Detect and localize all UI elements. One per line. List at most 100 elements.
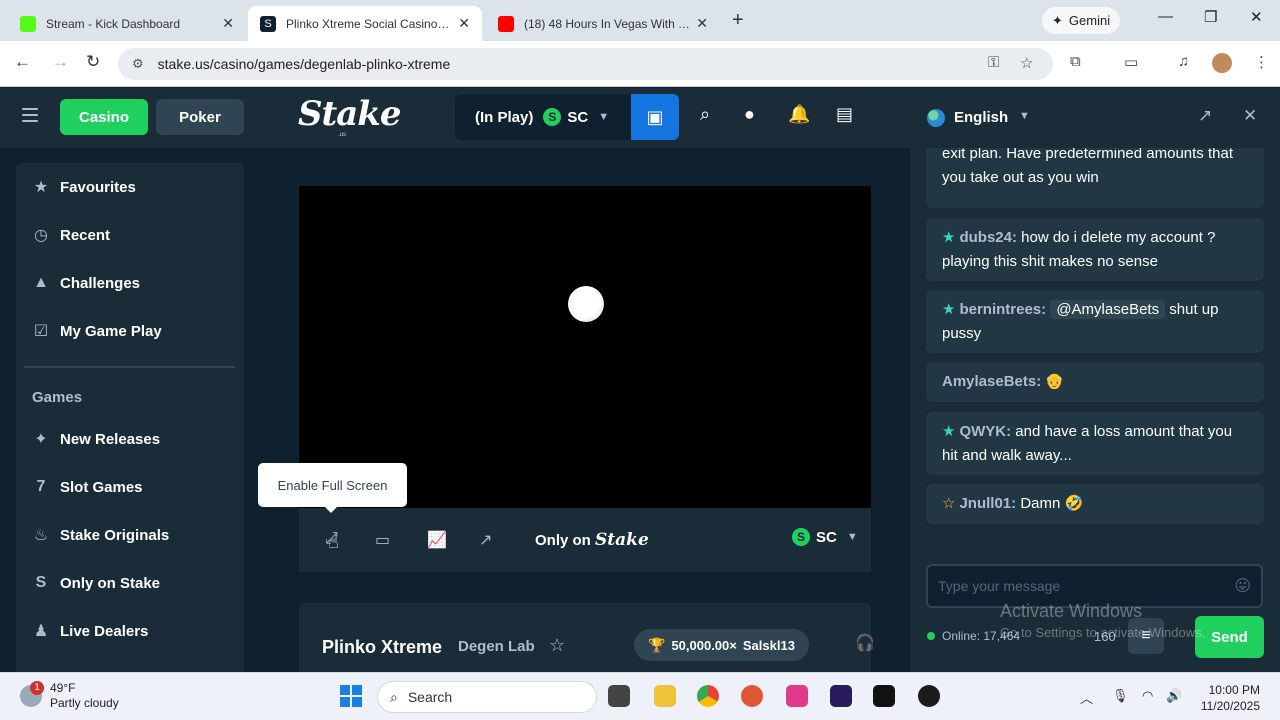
tab-kick-dashboard[interactable]: Stream - Kick Dashboard ✕ <box>8 6 246 41</box>
notification-bell-icon[interactable]: 🔔 <box>788 104 810 125</box>
chat-username[interactable]: bernintrees: <box>959 301 1046 318</box>
sidebar-item-slot-games[interactable]: 7 Slot Games <box>32 467 232 507</box>
back-icon[interactable]: ← <box>14 52 31 72</box>
close-window-icon[interactable]: ✕ <box>1250 8 1263 26</box>
close-tab-icon[interactable]: ✕ <box>222 15 234 32</box>
media-icon[interactable]: ♫ <box>1178 53 1189 70</box>
sidebar-item-label: Only on Stake <box>60 574 161 592</box>
system-clock[interactable]: 10:00 PM 11/20/2025 <box>1196 682 1260 714</box>
task-view-icon[interactable] <box>608 685 630 707</box>
popout-chat-icon[interactable]: ↗ <box>1198 106 1212 126</box>
bookmark-star-icon[interactable]: ☆ <box>1020 54 1033 72</box>
chat-message: ★ QWYK: and have a loss amount that you h… <box>926 412 1264 475</box>
top-win-badge[interactable]: 🏆 50,000.00× Salskl13 <box>634 629 809 661</box>
chevron-down-icon[interactable]: ▼ <box>1019 110 1030 122</box>
chat-icon[interactable]: ▤ <box>836 104 853 125</box>
chat-username[interactable]: QWYK: <box>959 423 1011 440</box>
chat-rules-icon[interactable]: ≡ <box>1128 618 1164 654</box>
sc-coin-icon: S <box>543 108 562 126</box>
search-icon[interactable]: ⌕ <box>700 104 710 125</box>
cast-icon[interactable]: ▭ <box>1124 53 1138 71</box>
game-provider[interactable]: Degen Lab <box>458 638 535 655</box>
gemini-sparkle-icon: ✦ <box>1052 12 1063 28</box>
new-tab-icon[interactable]: + <box>732 9 744 32</box>
volume-icon[interactable]: 🔊 <box>1166 688 1182 704</box>
url-bar[interactable]: ⚙ stake.us/casino/games/degenlab-plinko-… <box>118 48 1053 80</box>
microphone-icon[interactable]: 🎙 <box>1112 688 1129 704</box>
premiere-pro-icon[interactable] <box>830 685 852 707</box>
sidebar-item-stake-originals[interactable]: ♨ Stake Originals <box>32 515 232 555</box>
reload-icon[interactable]: ↻ <box>86 52 100 72</box>
weather-widget[interactable]: 1 49°F Partly cloudy <box>20 681 119 711</box>
favourite-star-icon[interactable]: ☆ <box>549 635 565 656</box>
chat-message-input[interactable]: Type your message 😛 <box>926 564 1263 608</box>
tab-title: Plinko Xtreme Social Casino Ga <box>286 16 453 31</box>
emoji-picker-icon[interactable]: 😛 <box>1234 576 1251 596</box>
wifi-icon[interactable]: ◠ <box>1142 688 1153 704</box>
sidebar-item-favourites[interactable]: ★ Favourites <box>32 167 232 207</box>
headphones-icon[interactable]: 🎧 <box>855 633 875 653</box>
stake-badge-icon: S <box>35 574 47 591</box>
online-dot-icon <box>927 632 935 640</box>
tab-plinko-xtreme[interactable]: S Plinko Xtreme Social Casino Ga ✕ <box>248 6 482 41</box>
wallet-button[interactable]: ▣ <box>631 94 679 140</box>
message-text: exit plan. Have predetermined amounts th… <box>942 148 1233 186</box>
capcut-icon[interactable] <box>873 685 895 707</box>
file-explorer-icon[interactable] <box>654 685 676 707</box>
popout-icon[interactable]: ↗ <box>479 530 492 550</box>
only-on-text: Only on <box>535 532 591 549</box>
chat-username[interactable]: dubs24: <box>959 229 1017 246</box>
check-box-icon: ☑ <box>33 323 49 340</box>
user-icon[interactable]: ● <box>744 104 755 125</box>
windows-taskbar: 1 49°F Partly cloudy ⌕ Search ︿ 🎙 ◠ 🔊 10… <box>0 672 1280 720</box>
weather-desc: Partly cloudy <box>50 696 119 710</box>
cloud-icon: 1 <box>20 681 44 707</box>
stake-logo[interactable]: Stake <box>298 94 401 134</box>
sidebar-item-my-game-play[interactable]: ☑ My Game Play <box>32 311 232 351</box>
sidebar-item-challenges[interactable]: ▲ Challenges <box>32 263 232 303</box>
chat-username[interactable]: Jnull01: <box>959 495 1016 512</box>
game-currency-selector[interactable]: S SC ▼ <box>792 528 858 546</box>
tray-chevron-up-icon[interactable]: ︿ <box>1080 688 1093 707</box>
extensions-icon[interactable]: ⧉ <box>1070 53 1081 70</box>
close-chat-icon[interactable]: ✕ <box>1243 106 1257 126</box>
hamburger-menu-icon[interactable] <box>22 108 38 126</box>
sidebar-item-new-releases[interactable]: ✦ New Releases <box>32 419 232 459</box>
chat-username[interactable]: AmylaseBets: <box>942 373 1041 390</box>
minimize-icon[interactable]: — <box>1158 8 1173 25</box>
profile-avatar[interactable] <box>1212 53 1232 73</box>
send-button[interactable]: Send <box>1195 616 1264 658</box>
search-label: Search <box>407 689 453 705</box>
casino-button[interactable]: Casino <box>60 99 148 135</box>
key-icon[interactable]: ⚿ <box>988 54 999 71</box>
chrome-icon[interactable] <box>697 685 719 707</box>
sidebar-item-live-dealers[interactable]: ♟ Live Dealers <box>32 611 232 651</box>
site-info-icon[interactable]: ⚙ <box>132 56 144 72</box>
top-multiplier: 50,000.00× <box>671 637 737 653</box>
restore-icon[interactable]: ❐ <box>1204 8 1217 26</box>
game-control-bar: ⤢ ▭ 📈 ↗ Only on Stake S SC ▼ <box>299 508 871 572</box>
game-canvas[interactable] <box>299 186 871 508</box>
theatre-mode-icon[interactable]: ▭ <box>375 530 390 550</box>
stats-chart-icon[interactable]: 📈 <box>427 530 447 550</box>
windows-start-icon[interactable] <box>340 685 362 707</box>
creative-cloud-icon[interactable] <box>786 685 808 707</box>
tab-youtube-vegas[interactable]: (18) 48 Hours In Vegas With To ✕ <box>486 6 720 41</box>
obs-icon[interactable] <box>918 685 940 707</box>
sidebar-item-recent[interactable]: ◷ Recent <box>32 215 232 255</box>
poker-button[interactable]: Poker <box>156 99 244 135</box>
balance-selector[interactable]: (In Play) S SC ▼ <box>455 94 631 140</box>
sidebar-item-only-on-stake[interactable]: S Only on Stake <box>32 563 232 603</box>
menu-dots-icon[interactable]: ⋮ <box>1254 53 1269 71</box>
duckduckgo-icon[interactable] <box>741 685 763 707</box>
forward-icon[interactable]: → <box>52 52 69 72</box>
gemini-button[interactable]: ✦ Gemini <box>1042 7 1121 34</box>
stake-favicon-icon: S <box>260 15 276 32</box>
game-info-bar: Plinko Xtreme Degen Lab ☆ 🏆 50,000.00× S… <box>299 603 875 672</box>
taskbar-search[interactable]: ⌕ Search <box>377 681 597 713</box>
clock-date: 11/20/2025 <box>1200 699 1260 713</box>
close-tab-icon[interactable]: ✕ <box>696 15 708 32</box>
language-selector[interactable]: English <box>954 109 1008 126</box>
user-mention[interactable]: @AmylaseBets <box>1050 300 1166 319</box>
close-tab-icon[interactable]: ✕ <box>458 15 470 32</box>
